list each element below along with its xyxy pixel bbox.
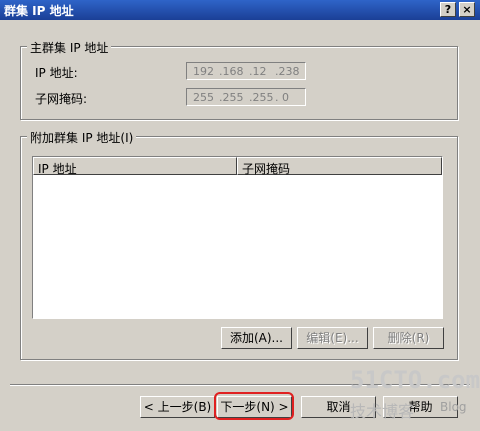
ip-octet-3: .12 [249,65,267,78]
ip-address-label: IP 地址: [35,66,78,80]
ip-octet-2: .168 [219,65,244,78]
watermark-blog-cn: 技术博客 [350,402,415,421]
ip-octet-1: 192 [193,65,214,78]
watermark-site: 51CTO.com [350,366,480,394]
back-button[interactable]: < 上一步(B) [140,396,215,418]
primary-ip-legend: 主群集 IP 地址 [27,39,112,56]
add-button[interactable]: 添加(A)... [221,327,292,349]
column-header-mask[interactable]: 子网掩码 [237,157,442,176]
edit-button[interactable]: 编辑(E)... [297,327,368,349]
additional-ip-list[interactable]: IP 地址 子网掩码 [32,156,443,319]
delete-button[interactable]: 删除(R) [373,327,444,349]
next-button-highlight [214,392,294,420]
primary-ip-group: 主群集 IP 地址 [20,39,458,120]
window-title: 群集 IP 地址 [4,4,74,18]
help-title-button[interactable]: ? [440,2,456,17]
column-header-ip[interactable]: IP 地址 [33,157,237,176]
ip-octet-4: .238 [275,65,300,78]
watermark-blog-en: Blog [440,400,467,414]
mask-octet-2: .255 [219,91,244,104]
primary-ip-field: 192 .168 .12 .238 [186,62,306,80]
mask-octet-1: 255 [193,91,214,104]
subnet-mask-label: 子网掩码: [35,92,88,106]
mask-octet-3: .255 [249,91,274,104]
subnet-mask-field: 255 .255 .255 . 0 [186,88,306,106]
title-bar: 群集 IP 地址 ? × [0,0,480,20]
additional-ip-legend: 附加群集 IP 地址(I) [27,129,137,146]
mask-octet-4: . 0 [275,91,289,104]
close-button[interactable]: × [459,2,475,17]
